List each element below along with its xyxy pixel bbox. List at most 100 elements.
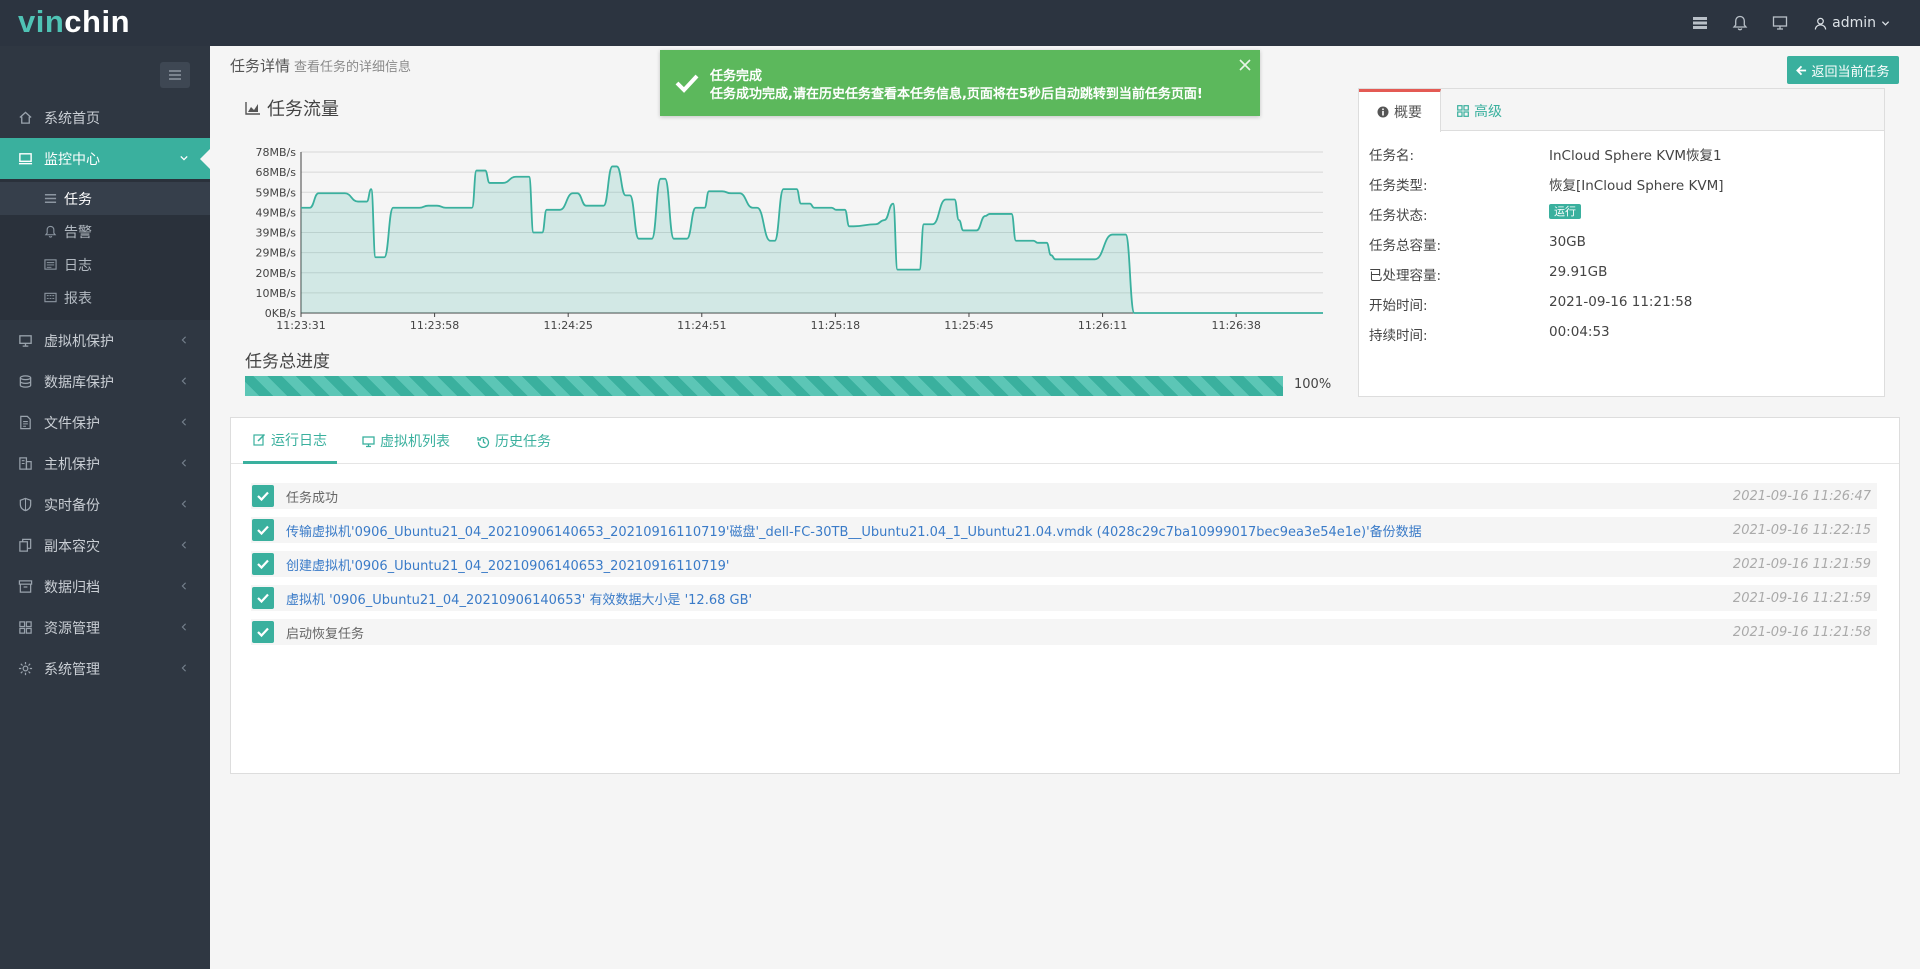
tab-run-log[interactable]: 运行日志: [243, 418, 337, 464]
sidebar-item-host-protection[interactable]: 主机保护: [0, 443, 210, 484]
chart-y-tick-label: 49MB/s: [256, 206, 297, 219]
chart-x-tick-label: 11:24:25: [543, 319, 592, 332]
sidebar-item-home[interactable]: 系统首页: [0, 97, 210, 138]
chart-y-tick-label: 29MB/s: [256, 247, 297, 260]
tab-summary-label: 概要: [1394, 105, 1422, 121]
checkbox-checked[interactable]: [252, 553, 274, 575]
chart-x-tick-label: 11:25:18: [811, 319, 860, 332]
user-menu[interactable]: admin: [1800, 15, 1920, 31]
file-icon: [16, 414, 34, 432]
area-chart-icon: [245, 102, 260, 115]
chart-x-tick-label: 11:26:11: [1078, 319, 1127, 332]
monitor-submenu: 任务 告警 日志 报表: [0, 179, 210, 320]
page-subtitle: 查看任务的详细信息: [294, 60, 412, 75]
sidebar-subitem-label: 日志: [64, 257, 92, 274]
log-entry: 虚拟机 '0906_Ubuntu21_04_20210906140653' 有效…: [251, 585, 1877, 611]
tab-history-tasks-label: 历史任务: [495, 434, 551, 450]
checkbox-checked[interactable]: [252, 587, 274, 609]
edit-icon: [253, 433, 266, 446]
progress-percent: 100%: [1294, 377, 1332, 392]
sidebar-toggle-button[interactable]: [160, 62, 190, 88]
log-entry-time: 2021-09-16 11:21:59: [1732, 590, 1871, 606]
sidebar-item-vm-protection[interactable]: 虚拟机保护: [0, 320, 210, 361]
sidebar-item-data-archive[interactable]: 数据归档: [0, 566, 210, 607]
page-title-text: 任务详情: [230, 57, 291, 75]
server-icon: [16, 455, 34, 473]
detail-value-duration: 00:04:53: [1549, 324, 1610, 340]
close-icon[interactable]: [1238, 58, 1252, 72]
back-to-current-task-button[interactable]: 返回当前任务: [1787, 56, 1899, 84]
checkbox-checked[interactable]: [252, 621, 274, 643]
chart-y-tick-label: 78MB/s: [256, 146, 297, 159]
tab-vm-list[interactable]: 虚拟机列表: [352, 418, 460, 464]
log-entry-text[interactable]: 传输虚拟机'0906_Ubuntu21_04_20210906140653_20…: [286, 521, 1422, 540]
sidebar-item-label: 数据库保护: [44, 374, 114, 391]
log-icon: [44, 258, 58, 272]
detail-label-duration: 持续时间:: [1369, 328, 1428, 344]
toast-title: 任务完成: [710, 69, 763, 84]
checkbox-checked[interactable]: [252, 519, 274, 541]
log-entry: 创建虚拟机'0906_Ubuntu21_04_20210906140653_20…: [251, 551, 1877, 577]
sidebar-item-file-protection[interactable]: 文件保护: [0, 402, 210, 443]
detail-value-task-type: 恢复[InCloud Sphere KVM]: [1549, 178, 1724, 194]
chevron-left-icon: [181, 664, 186, 672]
chevron-left-icon: [181, 377, 186, 385]
chart-x-tick-label: 11:23:31: [276, 319, 325, 332]
log-entry-time: 2021-09-16 11:26:47: [1732, 488, 1871, 504]
checkmark-icon: [675, 74, 699, 93]
tab-summary[interactable]: 概要: [1359, 89, 1441, 132]
check-icon: [257, 491, 269, 502]
chevron-left-icon: [181, 623, 186, 631]
chart-x-tick-label: 11:25:45: [944, 319, 993, 332]
gear-icon: [16, 660, 34, 678]
bell-icon[interactable]: [1720, 0, 1760, 46]
chart-y-tick-label: 10MB/s: [256, 287, 297, 300]
flow-section-label: 任务流量: [267, 99, 339, 120]
log-entry-text[interactable]: 虚拟机 '0906_Ubuntu21_04_20210906140653' 有效…: [286, 589, 752, 608]
monitor-icon: [16, 150, 34, 168]
detail-label-task-name: 任务名:: [1369, 148, 1415, 164]
sidebar-subitem-reports[interactable]: 报表: [0, 281, 210, 314]
detail-label-task-status: 任务状态:: [1369, 208, 1428, 224]
traffic-chart-svg: 0KB/s10MB/s20MB/s29MB/s39MB/s49MB/s59MB/…: [256, 146, 1323, 332]
sidebar-subitem-label: 任务: [64, 191, 92, 208]
chevron-left-icon: [181, 582, 186, 590]
chart-y-tick-label: 68MB/s: [256, 166, 297, 179]
sidebar-item-resource-mgmt[interactable]: 资源管理: [0, 607, 210, 648]
chevron-left-icon: [181, 541, 186, 549]
chevron-left-icon: [181, 336, 186, 344]
log-entry-text[interactable]: 创建虚拟机'0906_Ubuntu21_04_20210906140653_20…: [286, 555, 730, 574]
chevron-down-icon: [180, 155, 188, 161]
task-complete-toast: 任务完成 任务成功完成,请在历史任务查看本任务信息,页面将在5秒后自动跳转到当前…: [660, 50, 1260, 116]
tab-advanced[interactable]: 高级: [1439, 89, 1520, 132]
server-status-icon[interactable]: [1680, 0, 1720, 46]
sidebar-item-monitor[interactable]: 监控中心: [0, 138, 211, 179]
chart-x-tick-label: 11:24:51: [677, 319, 726, 332]
user-name: admin: [1832, 15, 1876, 31]
log-entry-text: 任务成功: [286, 490, 339, 506]
info-icon: [1377, 106, 1389, 118]
sidebar-item-system-mgmt[interactable]: 系统管理: [0, 648, 210, 689]
log-entry-text: 启动恢复任务: [286, 626, 365, 642]
log-entry-time: 2021-09-16 11:21:58: [1732, 624, 1871, 640]
detail-value-task-name: InCloud Sphere KVM恢复1: [1549, 148, 1722, 164]
progress-title: 任务总进度: [245, 352, 330, 372]
monitor-icon[interactable]: [1760, 0, 1800, 46]
chevron-left-icon: [181, 459, 186, 467]
sidebar-subitem-alerts[interactable]: 告警: [0, 215, 210, 248]
sidebar-subitem-tasks[interactable]: 任务: [0, 182, 210, 215]
traffic-chart: 0KB/s 10MB/s 20MB/s 29MB/s 39MB/s 49MB/s 59MB/…: [238, 140, 1328, 335]
sidebar-subitem-logs[interactable]: 日志: [0, 248, 210, 281]
grid-icon: [16, 619, 34, 637]
tab-history-tasks[interactable]: 历史任务: [467, 418, 561, 464]
checkbox-checked[interactable]: [252, 485, 274, 507]
desktop-icon: [362, 435, 375, 447]
bell-icon: [44, 225, 58, 239]
log-entry-time: 2021-09-16 11:22:15: [1732, 522, 1871, 538]
detail-value-processed-capacity: 29.91GB: [1549, 264, 1608, 280]
sidebar-item-realtime-backup[interactable]: 实时备份: [0, 484, 210, 525]
sidebar-item-replica-dr[interactable]: 副本容灾: [0, 525, 210, 566]
vinchin-logo[interactable]: vinchin: [18, 4, 130, 40]
sidebar-item-db-protection[interactable]: 数据库保护: [0, 361, 210, 402]
chevron-left-icon: [181, 418, 186, 426]
